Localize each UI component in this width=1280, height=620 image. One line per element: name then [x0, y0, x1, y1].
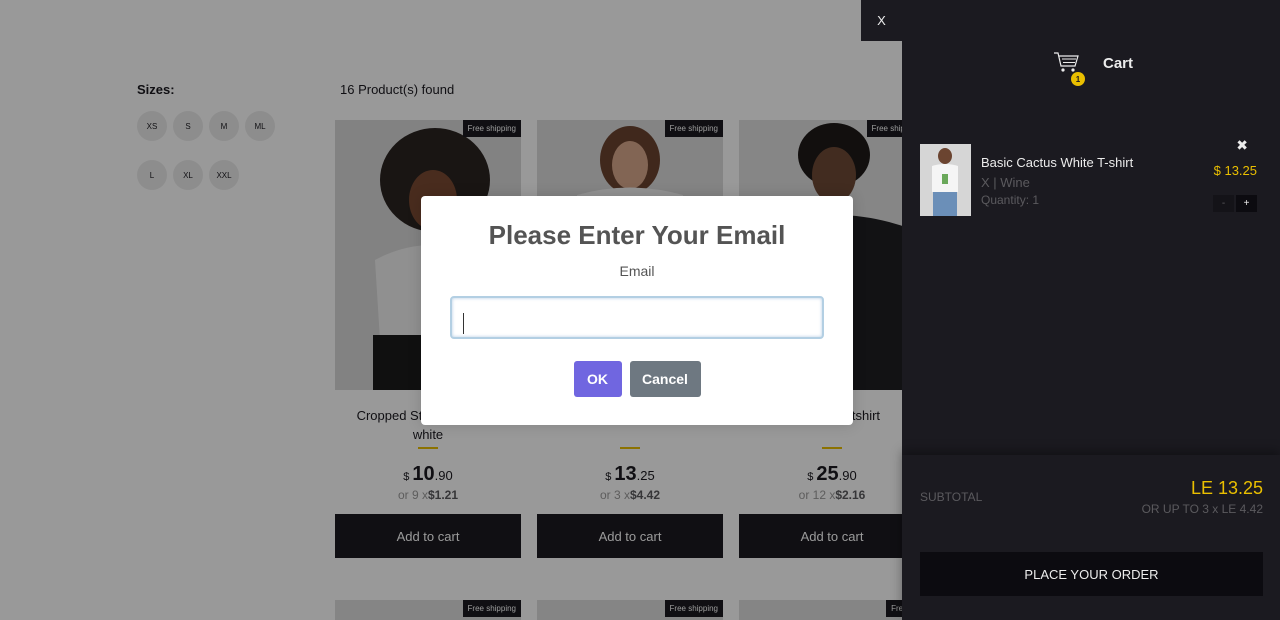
dialog-actions: OK Cancel: [421, 361, 853, 397]
ok-button[interactable]: OK: [573, 361, 622, 397]
increase-quantity-button[interactable]: +: [1236, 195, 1257, 212]
subtotal-label: SUBTOTAL: [920, 490, 983, 504]
cart-close-button[interactable]: X: [861, 0, 902, 41]
cancel-button[interactable]: Cancel: [629, 361, 701, 397]
cart-footer: SUBTOTAL LE 13.25 OR UP TO 3 x LE 4.42 P…: [902, 455, 1280, 620]
cart-item-description: X | Wine: [981, 175, 1030, 190]
cart-drawer: 1 Cart Basic Cactus White T-shirt X | Wi…: [902, 0, 1280, 620]
cart-title: Cart: [1103, 54, 1134, 72]
cart-count-badge: 1: [1071, 72, 1085, 86]
cart-item: Basic Cactus White T-shirt X | Wine Quan…: [920, 137, 1264, 217]
email-dialog: Please Enter Your Email Email OK Cancel: [421, 196, 853, 425]
email-label: Email: [619, 263, 655, 279]
decrease-quantity-button[interactable]: -: [1213, 195, 1234, 212]
subtotal-installment: OR UP TO 3 x LE 4.42: [1141, 502, 1263, 516]
quantity-controls: - +: [1213, 195, 1257, 212]
cart-header: 1 Cart: [1052, 50, 1134, 86]
cart-item-title: Basic Cactus White T-shirt: [981, 155, 1134, 170]
shopping-cart-icon: 1: [1052, 50, 1085, 86]
text-cursor: [463, 313, 464, 334]
email-input[interactable]: [450, 296, 824, 339]
remove-item-icon[interactable]: ✖: [1236, 137, 1248, 154]
dialog-title: Please Enter Your Email: [488, 220, 786, 250]
cart-item-quantity: Quantity: 1: [981, 193, 1040, 207]
place-order-button[interactable]: PLACE YOUR ORDER: [920, 552, 1263, 596]
cart-item-thumbnail: [920, 144, 971, 216]
cart-item-price: $ 13.25: [1213, 163, 1257, 178]
subtotal-value: LE 13.25: [1190, 478, 1263, 498]
